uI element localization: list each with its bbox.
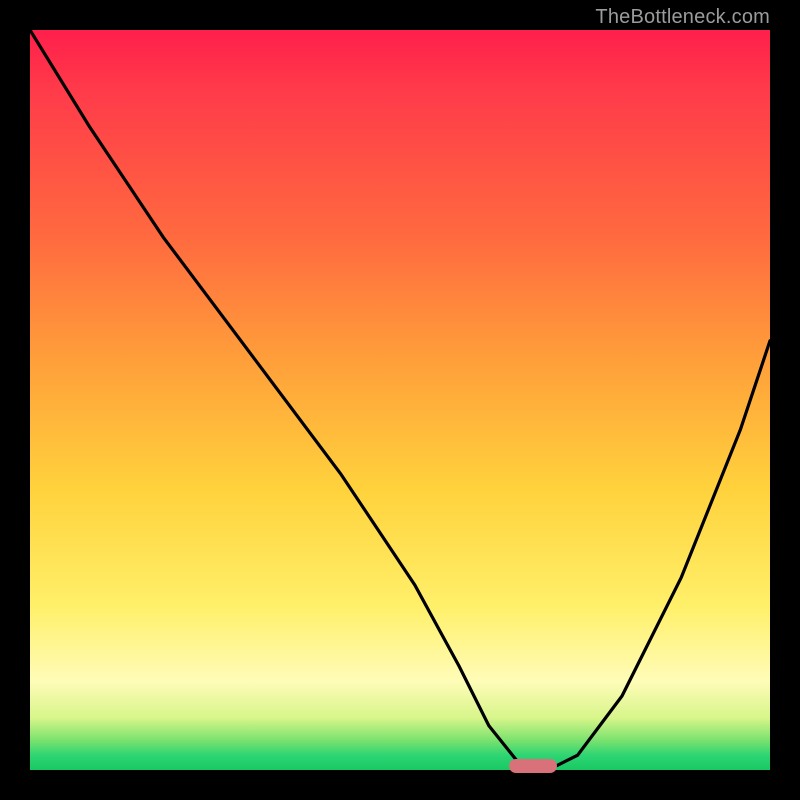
chart-frame: TheBottleneck.com — [0, 0, 800, 800]
plot-area — [30, 30, 770, 770]
sweet-spot-marker — [509, 759, 557, 773]
curve-path — [30, 30, 770, 770]
watermark-text: TheBottleneck.com — [595, 6, 770, 29]
bottleneck-curve — [30, 30, 770, 770]
